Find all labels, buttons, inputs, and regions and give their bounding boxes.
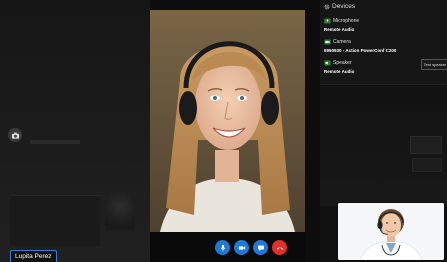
background-plant <box>105 190 135 230</box>
speaker-label: Speaker <box>333 60 352 66</box>
speaker-device-icon <box>324 60 331 66</box>
microphone-value: Remote Audio <box>324 27 355 32</box>
devices-header: Devices <box>324 3 355 10</box>
background-frame <box>410 136 442 154</box>
camera-device-group[interactable]: Camera 6950930 - Action PowerConf C200 <box>324 38 396 53</box>
snapshot-camera-button[interactable] <box>8 128 22 142</box>
end-call-button[interactable] <box>272 240 287 255</box>
end-call-icon <box>276 246 283 250</box>
speaker-device-group[interactable]: Speaker Remote Audio <box>324 59 354 74</box>
call-control-bar <box>150 232 305 262</box>
camera-value: 6950930 - Action PowerConf C200 <box>324 48 397 53</box>
settings-icon <box>324 4 330 9</box>
remote-participant-video <box>150 10 305 232</box>
microphone-label: Microphone <box>333 18 360 24</box>
participant-name-tag: Lupita Perez <box>10 250 57 262</box>
devices-title: Devices <box>332 3 356 10</box>
devices-card: Devices Microphone Remote Audio Camera 6… <box>320 0 447 85</box>
chat-button[interactable] <box>253 240 268 255</box>
camera-icon <box>11 132 19 139</box>
chat-icon <box>257 244 264 251</box>
background-frame <box>412 158 442 172</box>
background-furniture <box>10 195 100 246</box>
remote-background-right <box>320 86 447 206</box>
microphone-icon <box>220 244 225 251</box>
main-video-feed <box>150 10 305 232</box>
toggle-video-button[interactable] <box>234 240 249 255</box>
camera-label: Camera <box>333 39 351 45</box>
camera-device-icon <box>324 39 331 45</box>
remote-background-view: Lupita Perez <box>0 0 150 262</box>
self-view-thumbnail[interactable] <box>338 203 444 260</box>
microphone-device-group[interactable]: Microphone Remote Audio <box>324 17 359 32</box>
self-video-feed <box>338 203 444 260</box>
microphone-device-icon <box>324 18 331 24</box>
mute-microphone-button[interactable] <box>215 240 230 255</box>
video-camera-icon <box>238 245 245 250</box>
background-shelf <box>30 140 80 144</box>
test-speaker-button[interactable]: Test speaker <box>421 59 447 70</box>
speaker-value: Remote Audio <box>324 69 355 74</box>
